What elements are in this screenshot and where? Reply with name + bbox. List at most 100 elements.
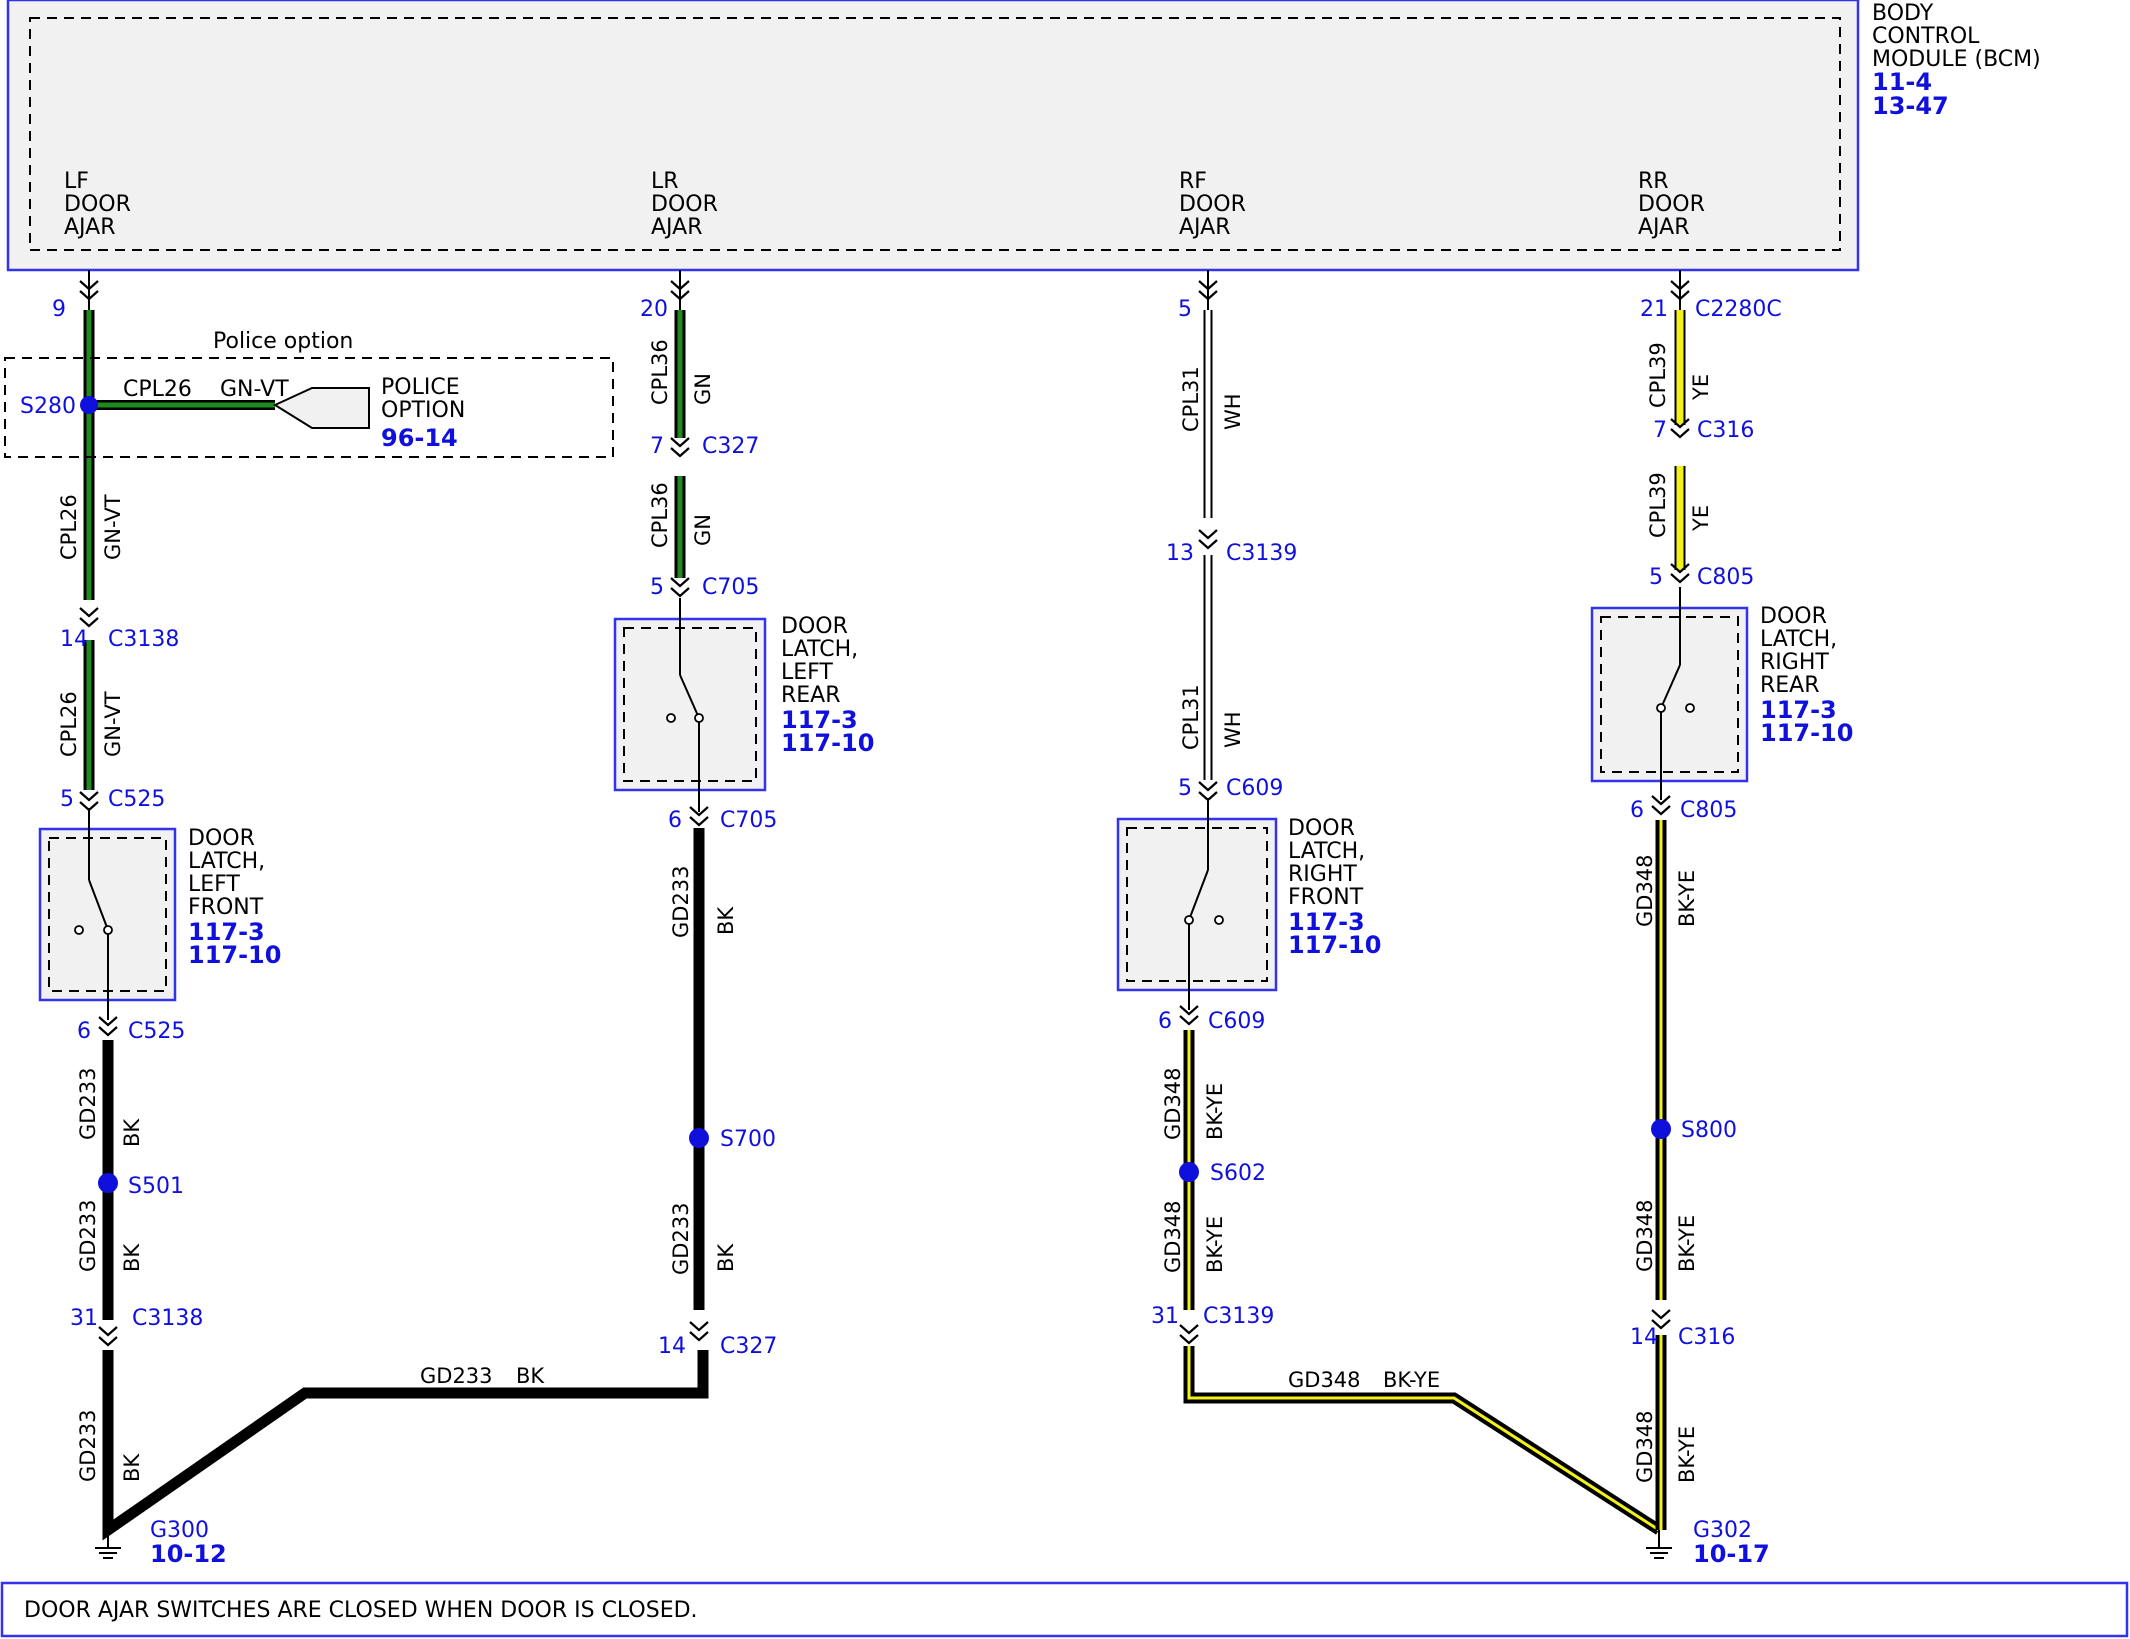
module-name-line-2: CONTROL	[1872, 24, 1980, 49]
splice-s800-dot	[1651, 1119, 1671, 1139]
connector-chevron-icon	[689, 1321, 709, 1342]
pin-number: 6	[1630, 798, 1644, 823]
latch-rr-ref-2[interactable]: 117-10	[1760, 719, 1853, 747]
wire-circuit-label: GD348	[1633, 1199, 1657, 1272]
wire-circuit-label: GD348	[1161, 1200, 1185, 1273]
wire-color-label: YE	[1689, 505, 1713, 532]
latch-rr-line-3: RIGHT	[1760, 650, 1829, 675]
wire-color-label: BK	[120, 1118, 144, 1147]
wire-circuit-label: GD348	[1633, 1410, 1657, 1483]
wire-circuit-label: GD348	[1288, 1368, 1361, 1392]
police-option-title: Police option	[213, 329, 353, 354]
wire-circuit-label: CPL39	[1646, 472, 1670, 538]
latch-rf-line-4: FRONT	[1288, 885, 1364, 910]
latch-rf-line-1: DOOR	[1288, 816, 1355, 841]
connector-name: C705	[720, 808, 777, 833]
latch-left-rear: DOOR LATCH, LEFT REAR 117-3 117-10	[613, 598, 874, 812]
ground-ref[interactable]: 10-17	[1693, 1540, 1770, 1568]
pin-number: 7	[650, 434, 664, 459]
wire-color-label: BK	[714, 1243, 738, 1272]
wire-circuit-label: GD348	[1161, 1067, 1185, 1140]
wire-color-label: YE	[1689, 374, 1713, 401]
latch-lf-ref-2[interactable]: 117-10	[188, 941, 281, 969]
module-ref-2[interactable]: 13-47	[1872, 92, 1949, 120]
splice-label: S700	[720, 1127, 776, 1152]
latch-lf-line-3: LEFT	[188, 872, 240, 897]
pin-label-rr-2: DOOR	[1638, 192, 1705, 217]
wire-circuit-label: CPL31	[1179, 684, 1203, 750]
wire-color-label: GN-VT	[101, 691, 125, 757]
connector-name: C525	[128, 1019, 185, 1044]
connector-name: C609	[1226, 776, 1283, 801]
connector-name: C705	[702, 575, 759, 600]
wire-circuit-label: GD233	[76, 1067, 100, 1140]
latch-lr-line-3: LEFT	[781, 660, 833, 685]
pin-number: 14	[1630, 1325, 1658, 1350]
wire-color-label: BK	[120, 1243, 144, 1272]
wire-color-label: WH	[1221, 711, 1245, 748]
pin-number: 14	[658, 1334, 686, 1359]
connector-layer	[79, 280, 1690, 1347]
connector-name: C3139	[1226, 541, 1297, 566]
pin-number: 5	[650, 575, 664, 600]
splice-s602-dot	[1179, 1162, 1199, 1182]
connector-name: C316	[1697, 418, 1754, 443]
connector-chevron-icon	[1179, 1324, 1199, 1345]
wire-circuit-label: CPL31	[1179, 366, 1203, 432]
wire-labels: CPL26 GN-VT CPL26 GN-VT GD233 BK GD233 B…	[57, 339, 1713, 1483]
pin-number: 5	[1178, 776, 1192, 801]
pin-number: 31	[1151, 1304, 1179, 1329]
splices: S501 S700 S602 S800	[98, 1118, 1737, 1199]
police-option-label-1: POLICE	[381, 375, 460, 400]
police-wire-color: GN-VT	[220, 377, 289, 402]
latch-right-rear: DOOR LATCH, RIGHT REAR 117-3 117-10	[1590, 587, 1853, 800]
connector-name: C609	[1208, 1009, 1265, 1034]
wire-color-label: BK-YE	[1675, 1215, 1699, 1272]
connector-name: C316	[1678, 1325, 1735, 1350]
latch-lr-line-4: REAR	[781, 683, 841, 708]
pin-number: 5	[1178, 297, 1192, 322]
connector-name: C2280C	[1695, 297, 1782, 322]
pin-number: 13	[1166, 541, 1194, 566]
connector-name: C525	[108, 787, 165, 812]
wire-circuit-label: CPL36	[648, 482, 672, 548]
wire-circuit-label: GD233	[76, 1199, 100, 1272]
pin-label-lf-2: DOOR	[64, 192, 131, 217]
latch-rf-ref-2[interactable]: 117-10	[1288, 931, 1381, 959]
splice-label: S501	[128, 1174, 184, 1199]
wire-color-label: BK-YE	[1203, 1083, 1227, 1140]
wire-color-label: BK	[516, 1364, 545, 1388]
latch-rr-line-1: DOOR	[1760, 604, 1827, 629]
wire-color-label: GN	[691, 514, 715, 546]
latch-rr-line-4: REAR	[1760, 673, 1820, 698]
wire-color-label: BK	[714, 906, 738, 935]
connector-chevron-icon	[79, 607, 99, 628]
wire-gd233-lf-ground	[102, 1350, 709, 1541]
latch-left-front: DOOR LATCH, LEFT FRONT 117-3 117-10	[38, 808, 281, 1020]
latch-lf-line-4: FRONT	[188, 895, 264, 920]
note-text: DOOR AJAR SWITCHES ARE CLOSED WHEN DOOR …	[24, 1598, 698, 1623]
police-option-group: Police option CPL26 GN-VT POLICE OPTION …	[4, 329, 614, 458]
connector-name: C3138	[132, 1306, 203, 1331]
wire-circuit-label: GD233	[76, 1409, 100, 1482]
connector-chevron-icon	[1198, 781, 1218, 802]
wire-color-label: WH	[1221, 393, 1245, 430]
body-control-module: BODY CONTROL MODULE (BCM) 11-4 13-47 LF …	[6, 0, 2041, 272]
connector-name: C3139	[1203, 1304, 1274, 1329]
latch-lr-ref-2[interactable]: 117-10	[781, 729, 874, 757]
wire-color-label: GN	[691, 373, 715, 405]
ground-ref[interactable]: 10-12	[150, 1540, 227, 1568]
wire-color-label: BK-YE	[1203, 1216, 1227, 1273]
police-option-ref[interactable]: 96-14	[381, 424, 458, 452]
police-option-label-2: OPTION	[381, 398, 465, 423]
pin-number: 5	[60, 787, 74, 812]
connector-name: C327	[702, 434, 759, 459]
module-name-line-1: BODY	[1872, 1, 1934, 26]
splice-s700-dot	[689, 1128, 709, 1148]
wire-circuit-label: GD233	[669, 1202, 693, 1275]
pin-label-lr-1: LR	[651, 169, 679, 194]
latch-rf-line-2: LATCH,	[1288, 839, 1365, 864]
connector-chevron-icon	[670, 577, 690, 598]
pin-label-lr-3: AJAR	[651, 215, 703, 240]
wire-color-label: BK-YE	[1675, 1426, 1699, 1483]
